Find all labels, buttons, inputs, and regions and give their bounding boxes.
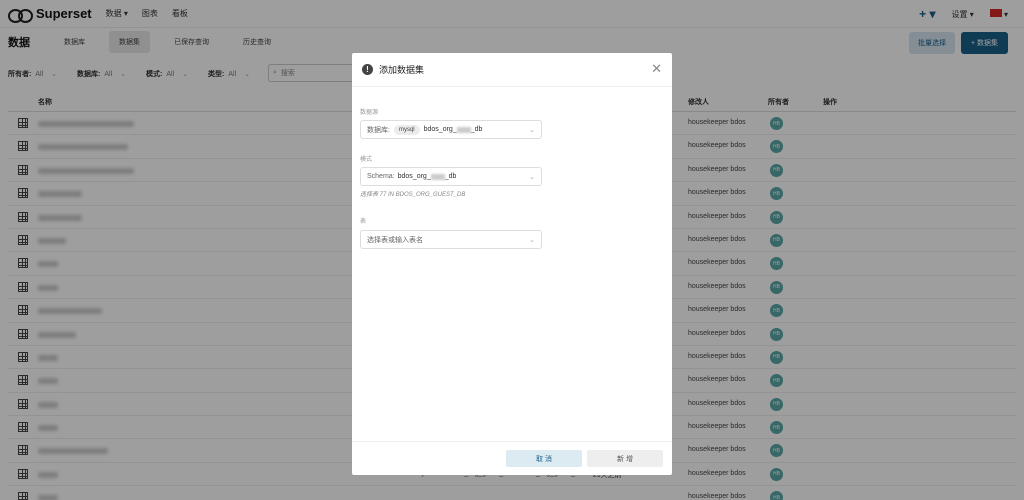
close-icon[interactable]: ✕ (651, 61, 662, 77)
datasource-section-label: 数据源 (360, 110, 379, 116)
add-button[interactable]: 新 增 (587, 450, 663, 467)
table-select[interactable]: 选择表或输入表名 ⌄ (360, 230, 542, 249)
modal-title: 添加数据集 (379, 65, 425, 75)
schema-section-label: 模式 (360, 157, 373, 163)
database-select-label: 数据库: (367, 126, 390, 134)
table-section-label: 表 (360, 219, 367, 225)
table-select-placeholder: 选择表或输入表名 (367, 236, 423, 244)
database-value-prefix: bdos_org_ (423, 126, 457, 133)
schema-value-prefix: bdos_org_ (397, 173, 431, 180)
cancel-button[interactable]: 取 消 (506, 450, 582, 467)
database-select[interactable]: 数据库: mysql bdos_org_ _db ⌄ (360, 120, 542, 139)
add-dataset-modal: ! 添加数据集 ✕ 数据源 数据库: mysql bdos_org_ _db ⌄… (352, 53, 672, 475)
database-value-suffix: _db (470, 126, 483, 133)
chevron-down-icon: ⌄ (529, 127, 535, 134)
redacted-mask (430, 173, 445, 180)
database-type-tag: mysql (393, 124, 420, 135)
schema-select[interactable]: Schema: bdos_org_ _db ⌄ (360, 167, 542, 186)
chevron-down-icon: ⌄ (529, 237, 535, 244)
chevron-down-icon: ⌄ (529, 174, 535, 181)
modal-header: ! 添加数据集 ✕ (352, 53, 672, 87)
schema-value-suffix: _db (444, 173, 457, 180)
modal-footer: 取 消 新 增 (352, 441, 672, 475)
schema-select-label: Schema: (367, 173, 395, 180)
redacted-mask (456, 126, 471, 133)
schema-table-count-hint: 选择表 77 IN BDOS_ORG_GUEST_DB (360, 192, 466, 198)
alert-icon: ! (362, 64, 373, 75)
